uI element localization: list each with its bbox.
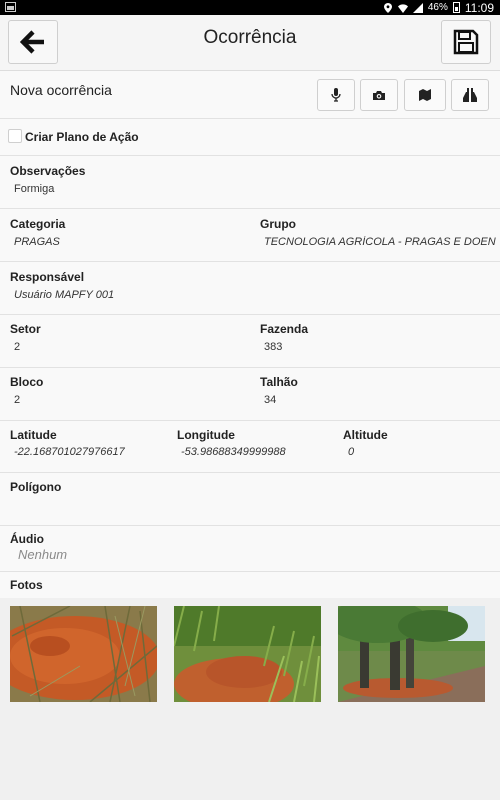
binoculars-button[interactable] [451,79,489,111]
sector-label: Setor [10,322,41,336]
audio-label: Áudio [10,532,44,546]
app-bar: Ocorrência [0,15,500,71]
photo-thumbnail[interactable] [174,606,321,702]
group-value: TECNOLOGIA AGRÍCOLA - PRAGAS E DOEN [264,236,496,248]
photo-thumbnail[interactable] [10,606,157,702]
observations-value: Formiga [14,183,55,195]
tree-road-photo [338,606,485,702]
clock: 11:09 [464,0,494,15]
take-photo-button[interactable] [360,79,398,111]
sector-value: 2 [14,341,21,353]
longitude-label: Longitude [177,428,235,442]
map-icon [419,89,431,101]
gallery-notification-icon [5,2,16,12]
battery-icon [452,2,460,13]
farm-label: Fazenda [260,322,309,336]
observations-row: Observações Formiga [0,156,500,209]
block-value: 2 [14,394,21,406]
group-label: Grupo [260,217,296,231]
action-plan-checkbox[interactable] [8,129,22,143]
latitude-value: -22.168701027976617 [14,446,125,458]
signal-icon [412,2,423,13]
category-label: Categoria [10,217,66,231]
status-bar: 46% 11:09 [0,0,500,15]
polygon-label: Polígono [10,480,62,494]
altitude-value: 0 [348,446,355,458]
new-occurrence-label: Nova ocorrência [10,82,112,98]
record-audio-button[interactable] [317,79,355,111]
location-icon [383,2,392,13]
responsible-row: Responsável Usuário MAPFY 001 [0,262,500,315]
microphone-icon [331,88,341,102]
map-button[interactable] [404,79,446,111]
photo-gallery [0,598,500,800]
battery-percent: 46% [427,2,448,13]
camera-icon [373,90,385,100]
block-label: Bloco [10,375,44,389]
audio-value: Nenhum [18,547,68,562]
anthill-photo [10,606,157,702]
responsible-value: Usuário MAPFY 001 [14,289,115,301]
plot-value: 34 [264,394,277,406]
page-title: Ocorrência [203,27,297,48]
sector-farm-row: Setor 2 Fazenda 383 [0,315,500,368]
observations-label: Observações [10,164,86,178]
photo-thumbnail[interactable] [338,606,485,702]
save-icon [453,29,479,55]
status-bar-right: 46% 11:09 [383,0,494,15]
new-occurrence-row: Nova ocorrência [0,71,500,119]
category-group-row: Categoria PRAGAS Grupo TECNOLOGIA AGRÍCO… [0,209,500,262]
audio-row: Áudio Nenhum [0,526,500,572]
block-plot-row: Bloco 2 Talhão 34 [0,368,500,421]
longitude-value: -53.98688349999988 [181,446,286,458]
polygon-row: Polígono [0,473,500,526]
photos-header-row: Fotos [0,572,500,598]
anthill-grass-photo [174,606,321,702]
plot-label: Talhão [260,375,298,389]
altitude-label: Altitude [343,428,388,442]
binoculars-icon [463,88,477,102]
responsible-label: Responsável [10,270,85,284]
action-plan-label: Criar Plano de Ação [25,130,139,144]
save-button[interactable] [441,20,491,64]
category-value: PRAGAS [14,236,60,248]
photos-label: Fotos [10,578,43,592]
latitude-label: Latitude [10,428,57,442]
wifi-icon [397,3,408,13]
action-plan-row: Criar Plano de Ação [0,119,500,156]
farm-value: 383 [264,341,283,353]
coordinates-row: Latitude -22.168701027976617 Longitude -… [0,421,500,473]
